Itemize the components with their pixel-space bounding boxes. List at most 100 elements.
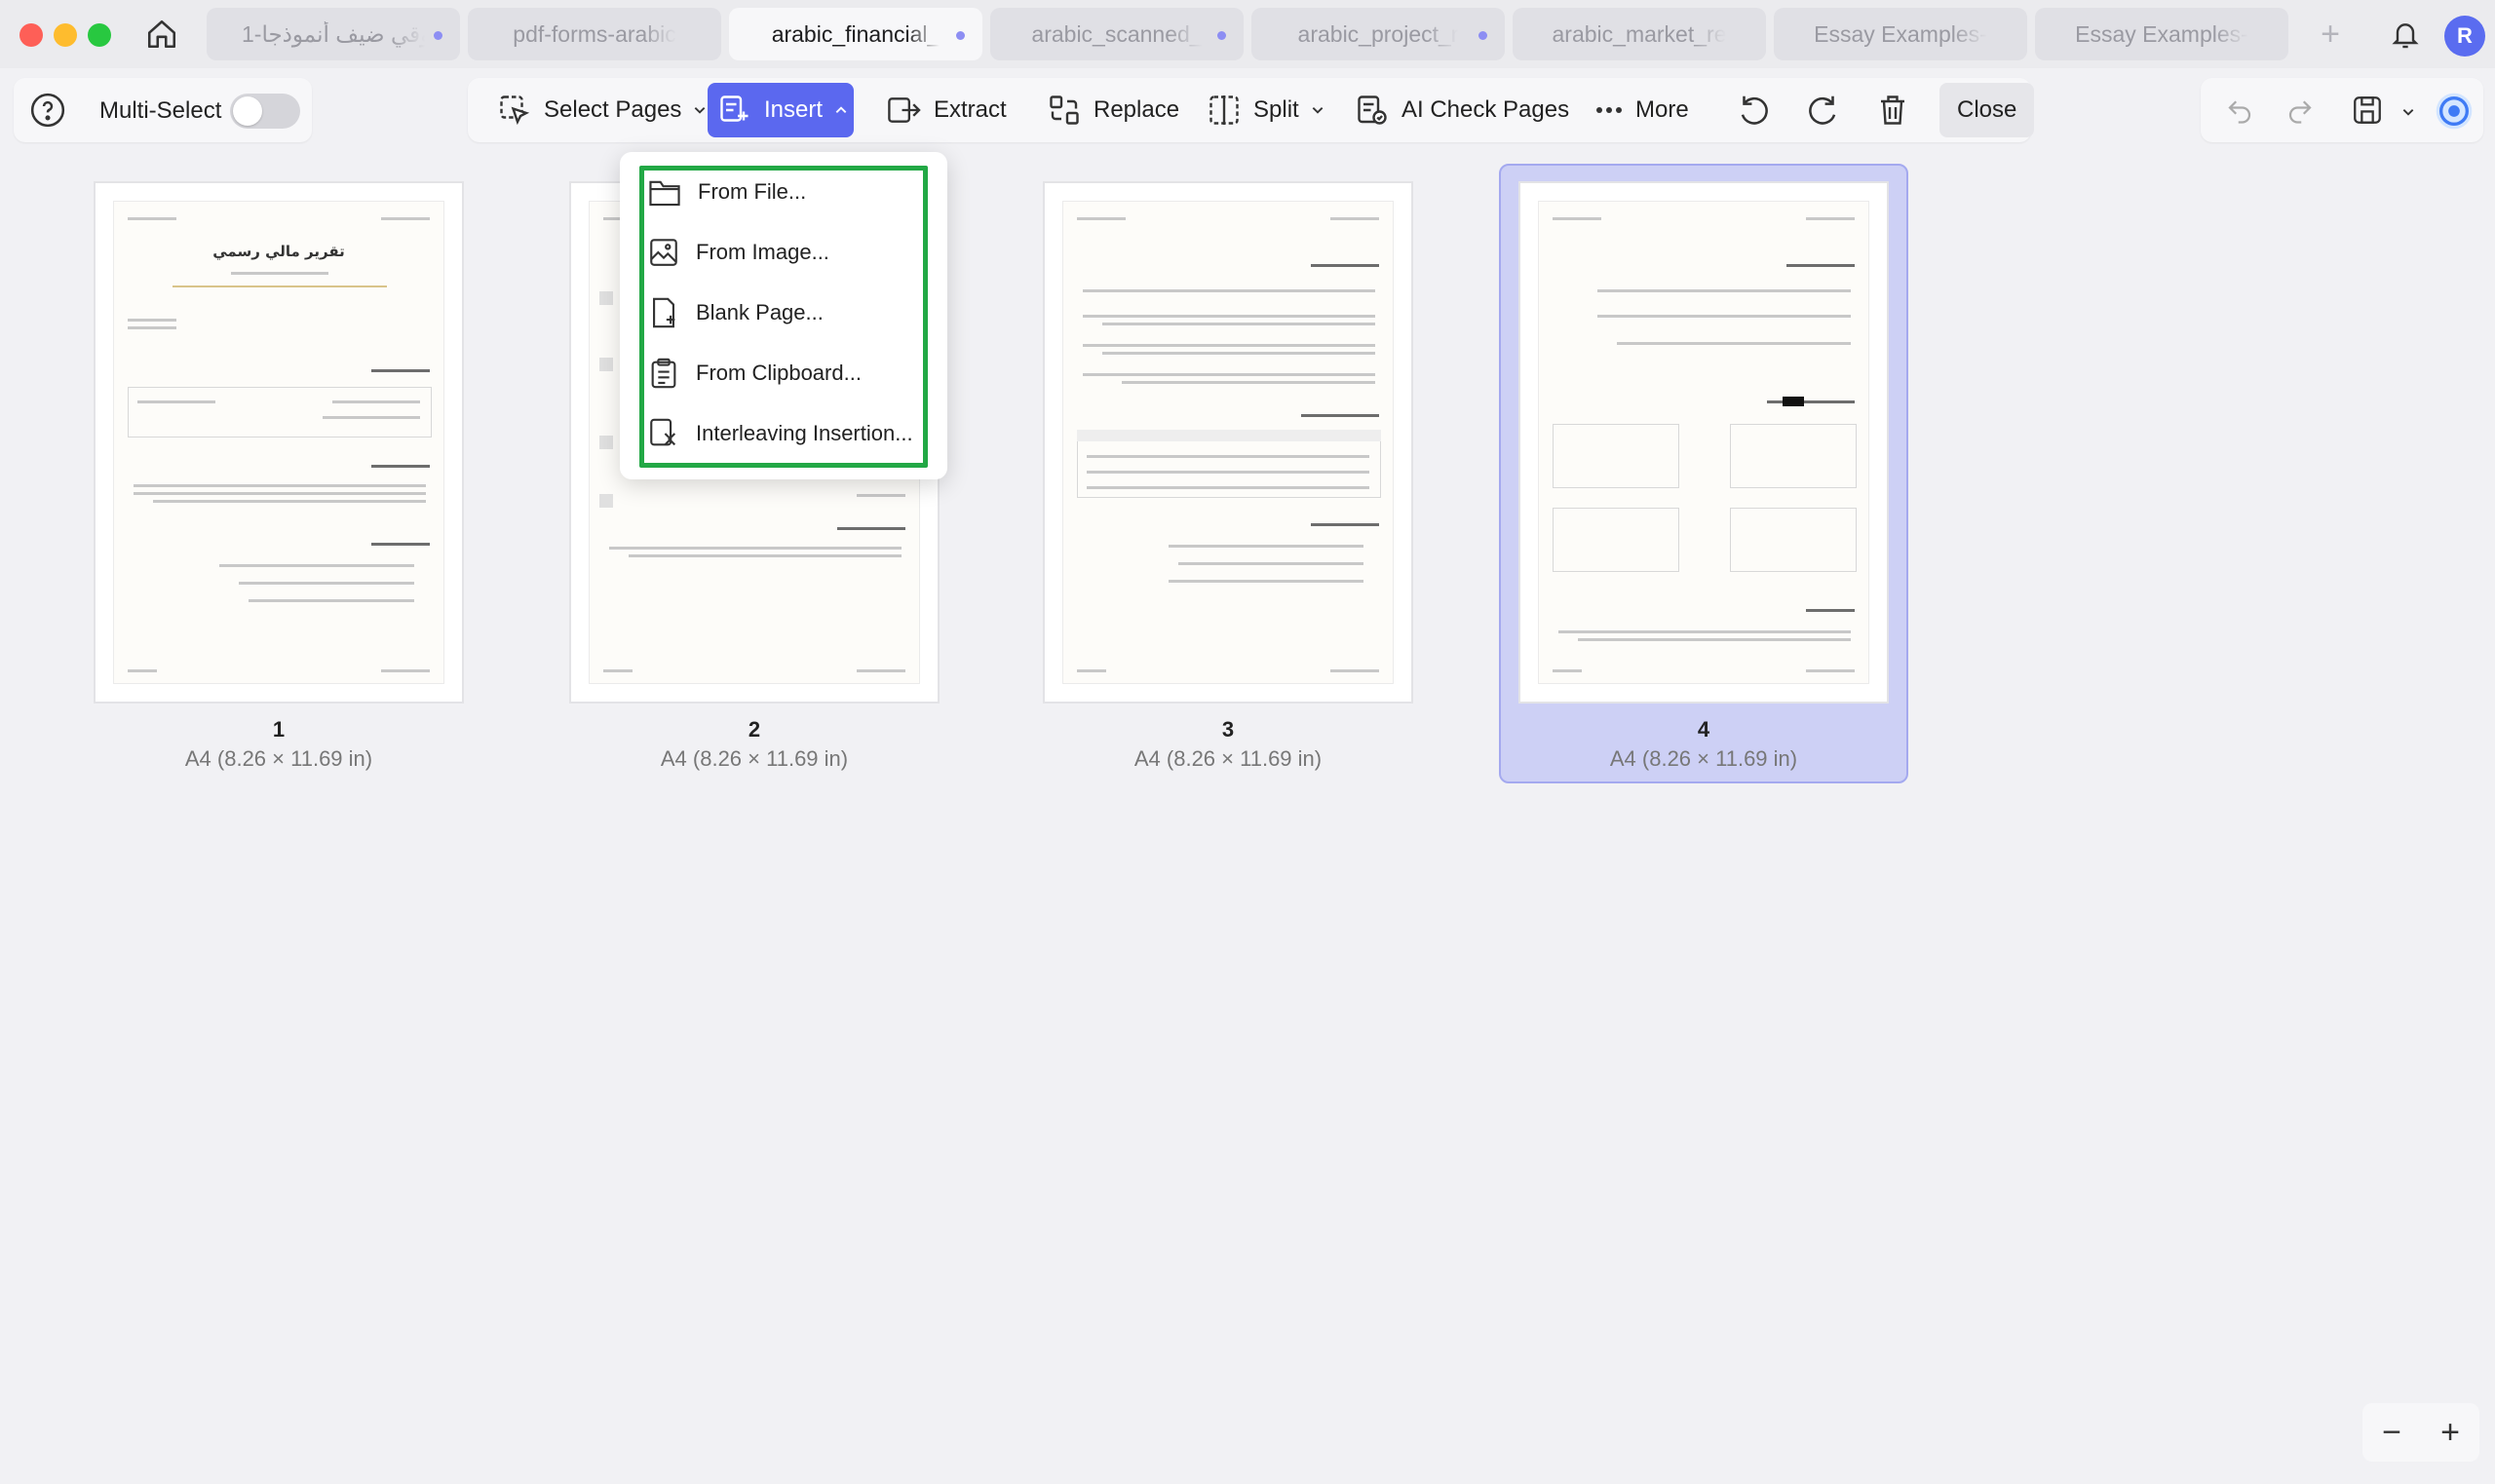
menu-item-label: From Clipboard... [696,361,862,385]
page-thumbnail-4[interactable] [1518,181,1889,704]
rotate-left-button[interactable] [1725,83,1782,137]
close-label: Close [1957,96,2017,123]
extract-button[interactable]: Extract [875,83,1017,137]
document-actions [2201,78,2483,142]
cursor-select-icon [500,95,530,126]
insert-button[interactable]: Insert [708,83,854,137]
menu-item-interleaving-insertion[interactable]: Interleaving Insertion... [647,409,920,458]
menu-item-label: Blank Page... [696,300,824,324]
avatar[interactable]: R [2444,16,2485,57]
multi-select-toggle[interactable] [230,94,300,129]
zoom-in-icon[interactable]: + [2440,1414,2460,1452]
split-label: Split [1253,96,1299,123]
interleave-icon [650,418,676,446]
page-preview [1538,201,1869,684]
tab-0[interactable]: وقي ضيف أنموذجا-1 [207,8,460,60]
close-button[interactable]: Close [1939,83,2035,137]
insert-page-icon [720,95,748,122]
zoom-out-icon[interactable]: − [2382,1414,2401,1452]
ai-check-pages-button[interactable]: AI Check Pages [1345,83,1579,137]
image-icon [650,239,677,266]
delete-button[interactable] [1865,83,1920,137]
page-preview [1062,201,1394,684]
document-tabs: وقي ضيف أنموذجا-1 pdf-forms-arabic arabi… [207,8,2288,60]
page-number: 3 [1221,717,1235,742]
unsaved-dot-icon [434,31,442,40]
ai-assistant-icon[interactable] [2435,92,2474,131]
page-thumbnail-1[interactable]: تقرير مالي رسمي [94,181,464,704]
page-size: A4 (8.26 × 11.69 in) [1609,746,1798,771]
unsaved-dot-icon [956,31,965,40]
rotate-left-icon [1741,95,1768,125]
blank-page-icon [653,297,675,328]
close-window-button[interactable] [19,23,43,47]
replace-label: Replace [1094,96,1180,123]
tab-4[interactable]: arabic_project_r [1251,8,1505,60]
tab-6[interactable]: Essay Examples- [1774,8,2027,60]
tab-3[interactable]: arabic_scanned_ [990,8,1244,60]
tab-7[interactable]: Essay Examples- [2035,8,2288,60]
extract-label: Extract [934,96,1007,123]
more-label: More [1635,96,1689,123]
chevron-down-icon[interactable] [2401,105,2415,119]
select-pages-button[interactable]: Select Pages [487,83,716,137]
minimize-window-button[interactable] [54,23,77,47]
tab-1[interactable]: pdf-forms-arabic [468,8,721,60]
tab-label: arabic_scanned_ [1031,20,1203,47]
new-tab-icon[interactable]: + [2310,14,2351,55]
page-size: A4 (8.26 × 11.69 in) [1133,746,1323,771]
unsaved-dot-icon [1217,31,1226,40]
menu-item-from-file[interactable]: From File... [647,168,920,216]
replace-button[interactable]: Replace [1037,83,1189,137]
tab-5[interactable]: arabic_market_re [1513,8,1766,60]
page-number: 1 [272,717,286,742]
zoom-window-button[interactable] [88,23,111,47]
zoom-controls: − + [2362,1403,2479,1462]
multi-select-label: Multi-Select [99,97,222,124]
menu-item-blank-page[interactable]: Blank Page... [647,288,920,337]
undo-icon[interactable] [2224,95,2255,125]
page-number: 2 [748,717,761,742]
select-pages-label: Select Pages [544,96,682,123]
title-bar: وقي ضيف أنموذجا-1 pdf-forms-arabic arabi… [0,0,2495,68]
page-thumbnail-3[interactable] [1043,181,1413,704]
tab-2[interactable]: arabic_financial_ [729,8,982,60]
page-size: A4 (8.26 × 11.69 in) [184,746,373,771]
vertical-scrollbar[interactable] [2472,156,2481,1345]
page-number: 4 [1697,717,1710,742]
multi-select-group: Multi-Select [14,78,312,142]
page-preview: تقرير مالي رسمي [113,201,444,684]
chevron-up-icon [835,106,847,113]
rotate-right-button[interactable] [1795,83,1852,137]
insert-label: Insert [764,96,824,123]
more-button[interactable]: More [1585,83,1699,137]
redo-icon[interactable] [2284,95,2316,125]
menu-item-from-clipboard[interactable]: From Clipboard... [647,349,920,398]
clipboard-icon [651,358,676,389]
menu-item-from-image[interactable]: From Image... [647,228,920,277]
rotate-right-icon [1809,95,1836,125]
page-title: تقرير مالي رسمي [212,243,345,260]
page-size: A4 (8.26 × 11.69 in) [660,746,849,771]
unsaved-dot-icon [1478,31,1487,40]
help-icon[interactable] [29,92,66,129]
chevron-down-icon [1312,107,1324,114]
save-icon[interactable] [2351,94,2384,127]
trash-icon [1881,95,1904,125]
tab-label: arabic_financial_ [771,20,940,47]
split-icon [1209,95,1239,125]
split-button[interactable]: Split [1197,83,1334,137]
chevron-down-icon [695,107,706,114]
tab-label: Essay Examples- [1814,20,1987,47]
menu-item-label: From Image... [696,240,829,264]
ai-check-label: AI Check Pages [1401,96,1570,123]
menu-item-label: Interleaving Insertion... [696,421,913,445]
bell-icon[interactable] [2386,16,2425,55]
extract-icon [888,97,921,123]
folder-icon [649,180,680,207]
home-icon[interactable] [141,14,182,55]
page-toolbar: Select Pages Insert Extract Replace Spli… [468,78,2035,142]
tab-label: وقي ضيف أنموذجا-1 [242,20,425,47]
insert-dropdown-menu: From File... From Image... Blank Page...… [620,152,947,479]
tab-label: arabic_market_re [1552,20,1727,47]
